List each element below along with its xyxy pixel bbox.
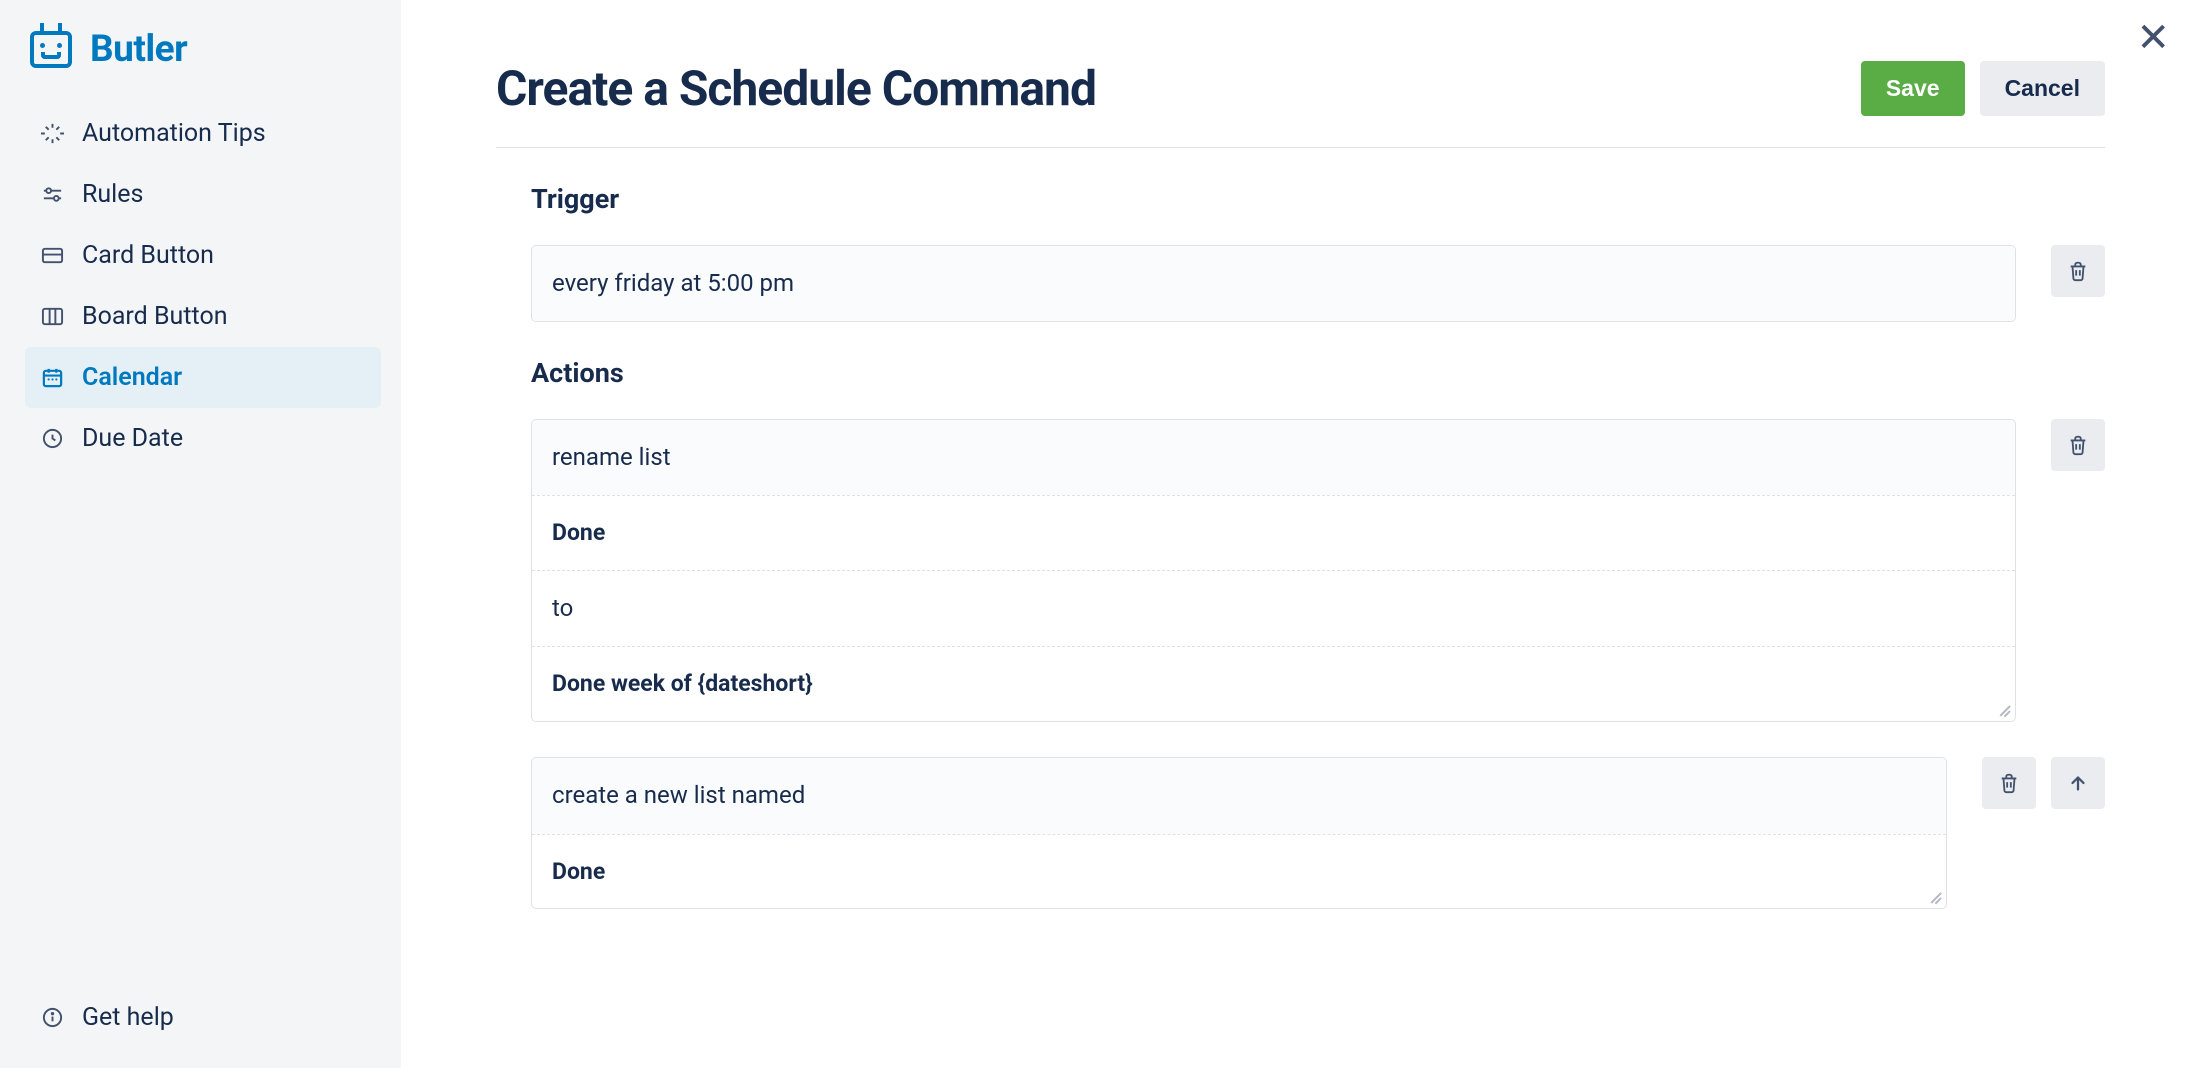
resize-handle-icon[interactable] xyxy=(1996,702,2010,716)
brand: Butler xyxy=(25,28,381,71)
trigger-row: every friday at 5:00 pm xyxy=(496,245,2105,322)
sliders-icon xyxy=(40,183,64,207)
sidebar-item-calendar[interactable]: Calendar xyxy=(25,347,381,408)
cancel-button[interactable]: Cancel xyxy=(1980,61,2105,116)
delete-action-button[interactable] xyxy=(2051,419,2105,471)
action-card[interactable]: rename list Done to Done week of {datesh… xyxy=(531,419,2016,722)
close-button[interactable]: ✕ xyxy=(2136,18,2170,58)
trigger-card[interactable]: every friday at 5:00 pm xyxy=(531,245,2016,322)
action-param: Done week of {dateshort} xyxy=(532,646,2015,721)
sidebar-nav: Automation Tips Rules Card Button Board … xyxy=(25,103,381,987)
brand-name: Butler xyxy=(90,28,187,71)
sidebar-item-rules[interactable]: Rules xyxy=(25,164,381,225)
get-help-label: Get help xyxy=(82,1003,174,1032)
page-title: Create a Schedule Command xyxy=(496,60,1096,117)
trash-icon xyxy=(2067,434,2089,456)
action-text: create a new list named xyxy=(532,758,1946,833)
sidebar-item-label: Card Button xyxy=(82,241,214,270)
card-icon xyxy=(40,244,64,268)
close-icon: ✕ xyxy=(2136,16,2170,60)
action-row: create a new list named Done xyxy=(496,757,2105,909)
arrow-up-icon xyxy=(2067,772,2089,794)
sidebar-item-label: Board Button xyxy=(82,302,228,331)
main-content: ✕ Create a Schedule Command Save Cancel … xyxy=(401,0,2200,1068)
butler-robot-icon xyxy=(30,31,72,68)
sidebar-item-card-button[interactable]: Card Button xyxy=(25,225,381,286)
sidebar-item-label: Calendar xyxy=(82,363,182,392)
resize-handle-icon[interactable] xyxy=(1927,889,1941,903)
action-word: to xyxy=(532,570,2015,646)
delete-trigger-button[interactable] xyxy=(2051,245,2105,297)
trigger-section-title: Trigger xyxy=(496,183,2105,215)
action-side-buttons xyxy=(2051,419,2105,471)
calendar-icon xyxy=(40,366,64,390)
trigger-text: every friday at 5:00 pm xyxy=(532,246,2015,321)
move-action-up-button[interactable] xyxy=(2051,757,2105,809)
sidebar: Butler Automation Tips Rules Card Button… xyxy=(0,0,401,1068)
action-side-buttons xyxy=(1982,757,2105,809)
action-param: Done xyxy=(532,495,2015,570)
trigger-side-buttons xyxy=(2051,245,2105,297)
info-icon xyxy=(40,1006,64,1030)
actions-section-title: Actions xyxy=(496,357,2105,389)
get-help-link[interactable]: Get help xyxy=(25,987,381,1048)
sidebar-item-board-button[interactable]: Board Button xyxy=(25,286,381,347)
action-text: rename list xyxy=(532,420,2015,495)
action-param: Done xyxy=(532,834,1946,909)
sidebar-item-automation-tips[interactable]: Automation Tips xyxy=(25,103,381,164)
sparkle-icon xyxy=(40,122,64,146)
sidebar-item-due-date[interactable]: Due Date xyxy=(25,408,381,469)
action-row: rename list Done to Done week of {datesh… xyxy=(496,419,2105,722)
page-header: Create a Schedule Command Save Cancel xyxy=(496,60,2105,148)
sidebar-item-label: Automation Tips xyxy=(82,119,266,148)
save-button[interactable]: Save xyxy=(1861,61,1965,116)
sidebar-item-label: Due Date xyxy=(82,424,183,453)
trash-icon xyxy=(1998,772,2020,794)
delete-action-button[interactable] xyxy=(1982,757,2036,809)
board-icon xyxy=(40,305,64,329)
header-actions: Save Cancel xyxy=(1861,61,2105,116)
clock-icon xyxy=(40,427,64,451)
sidebar-item-label: Rules xyxy=(82,180,143,209)
trash-icon xyxy=(2067,260,2089,282)
action-card[interactable]: create a new list named Done xyxy=(531,757,1947,909)
